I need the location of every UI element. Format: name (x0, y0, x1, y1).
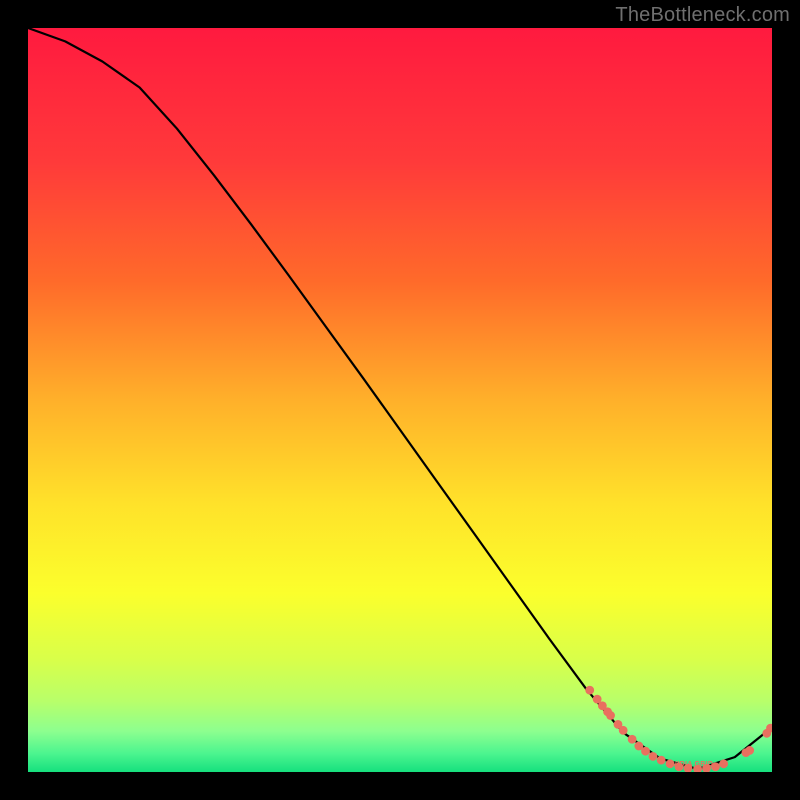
chart-stage: TheBottleneck.com NVIDIA GRID (0, 0, 800, 800)
data-marker (585, 686, 594, 695)
data-marker (719, 759, 728, 768)
data-marker (619, 726, 628, 735)
marker-label: NVIDIA GRID (667, 761, 713, 768)
data-marker (606, 711, 615, 720)
data-marker (745, 746, 754, 755)
bottleneck-chart: NVIDIA GRID (28, 28, 772, 772)
gradient-background (28, 28, 772, 772)
data-marker (628, 735, 637, 744)
data-marker (649, 752, 658, 761)
plot-area: NVIDIA GRID (28, 28, 772, 772)
data-marker (641, 747, 650, 756)
data-marker (657, 756, 666, 765)
watermark-text: TheBottleneck.com (615, 4, 790, 27)
